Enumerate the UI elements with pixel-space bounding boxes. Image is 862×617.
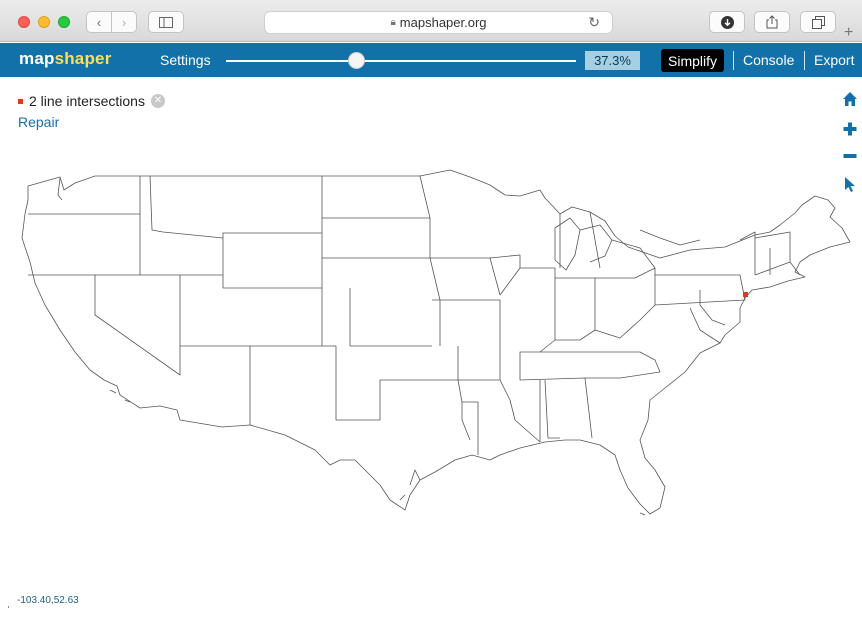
- corner-marker: [8, 606, 9, 608]
- reload-icon[interactable]: ↻: [588, 14, 600, 31]
- intersection-count: 2 line intersections: [29, 93, 145, 109]
- settings-button[interactable]: Settings: [160, 52, 211, 68]
- mapshaper-logo: mapshaper: [19, 49, 112, 69]
- app-header: mapshaper Settings 37.3% Simplify Consol…: [0, 43, 862, 77]
- home-icon[interactable]: [842, 91, 858, 107]
- us-states-map[interactable]: [0, 150, 862, 530]
- country-outline: [21, 169, 851, 515]
- simplify-slider-handle[interactable]: [348, 52, 366, 69]
- forward-icon: ›: [121, 14, 127, 30]
- tabs-icon: [811, 15, 825, 29]
- minimize-window-button[interactable]: [38, 16, 50, 28]
- close-window-button[interactable]: [18, 16, 30, 28]
- new-tab-icon[interactable]: +: [844, 24, 853, 42]
- browser-toolbar: ‹ › 🔒︎ mapshaper.org ↻ +: [0, 0, 862, 42]
- close-icon[interactable]: ✕: [150, 94, 165, 108]
- simplify-slider-track[interactable]: [226, 60, 576, 62]
- fullscreen-window-button[interactable]: [58, 16, 70, 28]
- share-icon: [766, 15, 778, 29]
- logo-shaper-text: shaper: [54, 49, 112, 68]
- simplify-percent-input[interactable]: 37.3%: [585, 51, 640, 70]
- sidebar-button[interactable]: [148, 11, 184, 33]
- url-text: mapshaper.org: [399, 15, 487, 30]
- menu-divider: [804, 51, 805, 70]
- address-bar[interactable]: 🔒︎ mapshaper.org ↻: [264, 11, 613, 34]
- intersection-point[interactable]: [743, 292, 748, 297]
- console-menu-button[interactable]: Console: [743, 52, 794, 68]
- logo-map-text: map: [19, 49, 55, 68]
- forward-button[interactable]: ›: [111, 11, 137, 33]
- coordinate-readout: -103.40,52.63: [17, 595, 79, 606]
- sidebar-icon: [159, 16, 173, 28]
- share-button[interactable]: [754, 11, 790, 33]
- tabs-overview-button[interactable]: [800, 11, 836, 33]
- menu-divider: [733, 51, 734, 70]
- lock-icon: 🔒︎: [390, 17, 396, 28]
- export-menu-button[interactable]: Export: [814, 52, 854, 68]
- back-button[interactable]: ‹: [86, 11, 112, 33]
- back-icon: ‹: [96, 14, 102, 30]
- download-icon: [720, 15, 734, 29]
- intersection-notice: 2 line intersections ✕: [18, 93, 165, 109]
- zoom-in-icon[interactable]: [842, 121, 858, 137]
- downloads-button[interactable]: [709, 11, 745, 33]
- simplify-menu-button[interactable]: Simplify: [661, 49, 725, 72]
- intersection-marker-icon: [18, 98, 23, 104]
- repair-link[interactable]: Repair: [18, 114, 59, 130]
